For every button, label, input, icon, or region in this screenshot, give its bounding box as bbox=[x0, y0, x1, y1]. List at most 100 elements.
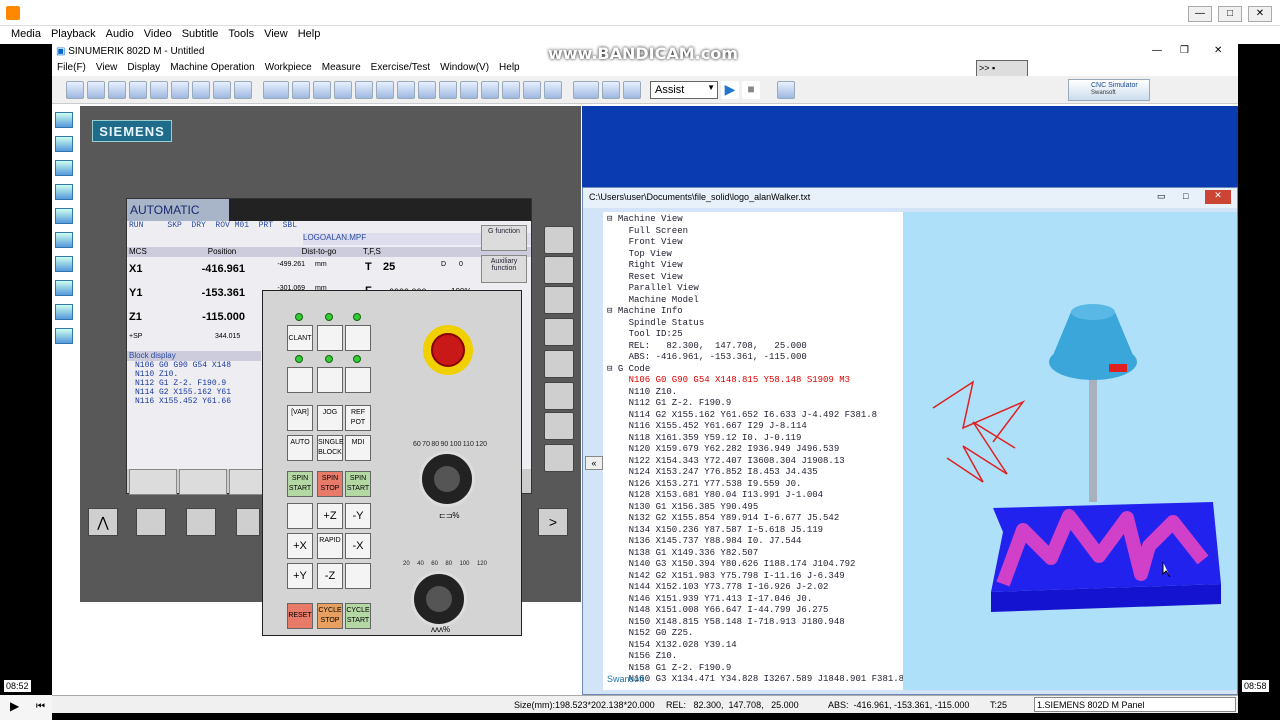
minimize-button[interactable]: — bbox=[1188, 6, 1212, 22]
mdi-button[interactable]: MDI bbox=[345, 435, 371, 461]
tree-item[interactable]: Reset View bbox=[607, 272, 899, 284]
app-close-button[interactable]: ✕ bbox=[1214, 45, 1222, 56]
pointer-icon[interactable] bbox=[87, 80, 105, 99]
tree-item[interactable]: N124 X153.247 Y76.852 I8.453 J4.435 bbox=[607, 467, 899, 479]
tree-item[interactable]: N106 G0 G90 G54 X148.815 Y58.148 S1909 M… bbox=[607, 375, 899, 387]
spin-start-button[interactable]: SPIN START bbox=[287, 471, 313, 497]
jog-button[interactable]: JOG bbox=[317, 405, 343, 431]
app-menu-measure[interactable]: Measure bbox=[317, 60, 366, 76]
single-block-button[interactable]: SINGLE BLOCK bbox=[317, 435, 344, 461]
clant-button[interactable]: CLANT bbox=[287, 325, 313, 351]
tree-item[interactable]: N132 G2 X155.854 Y89.914 I-6.677 J5.542 bbox=[607, 513, 899, 525]
tree-item[interactable]: N150 X148.815 Y58.148 I-718.913 J180.948 bbox=[607, 617, 899, 629]
tree-item[interactable]: N130 G1 X156.385 Y90.495 bbox=[607, 502, 899, 514]
tool-icon[interactable] bbox=[292, 80, 310, 99]
cut-icon[interactable] bbox=[313, 80, 331, 99]
gwin-close-button[interactable]: ✕ bbox=[1205, 190, 1231, 204]
softkey-h1[interactable] bbox=[129, 469, 177, 495]
tree-item[interactable]: N142 G2 X151.983 Y75.798 I-11.16 J-6.349 bbox=[607, 571, 899, 583]
bottom-softkey-3[interactable] bbox=[236, 508, 260, 536]
tree-item[interactable]: Full Screen bbox=[607, 226, 899, 238]
light-icon[interactable] bbox=[376, 80, 394, 99]
minus-x-button[interactable]: -X bbox=[345, 533, 371, 559]
menu-media[interactable]: Media bbox=[6, 26, 46, 44]
menu-playback[interactable]: Playback bbox=[46, 26, 101, 44]
tree-item[interactable]: N160 G3 X134.471 Y34.828 I3267.589 J1848… bbox=[607, 674, 903, 686]
play-icon[interactable]: ▶ bbox=[721, 80, 739, 99]
cycle-stop-button[interactable]: CYCLE STOP bbox=[317, 603, 343, 629]
maximize-button[interactable]: □ bbox=[1218, 6, 1242, 22]
tree-item[interactable]: N120 X159.679 Y62.282 I936.949 J496.539 bbox=[607, 444, 899, 456]
app-menu-workpiece[interactable]: Workpiece bbox=[260, 60, 317, 76]
reset-button[interactable]: RESET bbox=[287, 603, 313, 629]
plus-x-button[interactable]: +X bbox=[287, 533, 313, 559]
tree-item[interactable]: N114 G2 X155.162 Y61.652 I6.633 J-4.492 … bbox=[607, 410, 899, 422]
menu-tools[interactable]: Tools bbox=[223, 26, 259, 44]
tree-node[interactable]: ⊟ Machine Info bbox=[607, 306, 899, 318]
app-menu-file[interactable]: File(F) bbox=[52, 60, 91, 76]
ref-pot-button[interactable]: REF POT bbox=[345, 405, 371, 431]
recall-up-icon[interactable]: ⋀ bbox=[88, 508, 118, 536]
measure-icon[interactable] bbox=[460, 80, 478, 99]
pen-icon[interactable] bbox=[55, 160, 73, 176]
measure3-icon[interactable] bbox=[502, 80, 520, 99]
tree-item[interactable]: Machine Model bbox=[607, 295, 899, 307]
tree-item[interactable]: Front View bbox=[607, 237, 899, 249]
gwin-max-button[interactable]: □ bbox=[1183, 191, 1188, 201]
tree-item[interactable]: Top View bbox=[607, 249, 899, 261]
feed-override-dial[interactable] bbox=[419, 451, 475, 507]
measure2-icon[interactable] bbox=[481, 80, 499, 99]
plus-z-button[interactable]: +Z bbox=[317, 503, 343, 529]
tree-item[interactable]: N134 X150.236 Y87.587 I-5.618 J5.119 bbox=[607, 525, 899, 537]
tree-item[interactable]: N122 X154.343 Y72.407 I3608.304 J1908.13 bbox=[607, 456, 899, 468]
panel-key-5[interactable] bbox=[317, 367, 343, 393]
pan-icon[interactable] bbox=[192, 80, 210, 99]
tree-item[interactable]: N110 Z10. bbox=[607, 387, 899, 399]
spin-stop-button[interactable]: SPIN STOP bbox=[317, 471, 343, 497]
collapse-panel-button[interactable]: « bbox=[585, 456, 603, 470]
tree-item[interactable]: N156 Z10. bbox=[607, 651, 899, 663]
auto-button[interactable]: AUTO bbox=[287, 435, 313, 461]
vertical-softkey-6[interactable] bbox=[544, 382, 574, 410]
menu-audio[interactable]: Audio bbox=[101, 26, 139, 44]
zoom-in-icon[interactable] bbox=[108, 80, 126, 99]
menu-subtitle[interactable]: Subtitle bbox=[177, 26, 224, 44]
stop-square-icon[interactable]: ■ bbox=[742, 80, 760, 99]
menu-view[interactable]: View bbox=[259, 26, 293, 44]
tree-item[interactable]: N152 G0 Z25. bbox=[607, 628, 899, 640]
zoom-window-icon[interactable] bbox=[150, 80, 168, 99]
panel-list-icon[interactable] bbox=[55, 328, 73, 344]
app-minimize-button[interactable]: — bbox=[1152, 45, 1162, 56]
cube-icon[interactable] bbox=[55, 304, 73, 320]
stop-icon[interactable] bbox=[602, 80, 620, 99]
tree-item[interactable]: N146 X151.939 Y71.413 I-17.046 J0. bbox=[607, 594, 899, 606]
bottom-softkey-1[interactable] bbox=[136, 508, 166, 536]
tree-item[interactable]: N128 X153.681 Y80.04 I13.991 J-1.004 bbox=[607, 490, 899, 502]
tree-item[interactable]: Parallel View bbox=[607, 283, 899, 295]
tree-item[interactable]: REL: 82.300, 147.708, 25.000 bbox=[607, 341, 899, 353]
app-menu-help[interactable]: Help bbox=[494, 60, 525, 76]
app-restore-button[interactable]: ❐ bbox=[1180, 45, 1189, 56]
tree-item[interactable]: N154 X132.028 Y39.14 bbox=[607, 640, 899, 652]
print-icon[interactable] bbox=[397, 80, 415, 99]
app-menu-exercise[interactable]: Exercise/Test bbox=[366, 60, 435, 76]
tree-item[interactable]: ABS: -416.961, -153.361, -115.000 bbox=[607, 352, 899, 364]
app-menu-machine-operation[interactable]: Machine Operation bbox=[165, 60, 260, 76]
tree-node[interactable]: ⊟ Machine View bbox=[607, 214, 899, 226]
3d-scene[interactable] bbox=[903, 212, 1237, 690]
tree-item[interactable]: N118 X161.359 Y59.12 I0. J-0.119 bbox=[607, 433, 899, 445]
minus-y-button[interactable]: -Y bbox=[345, 503, 371, 529]
panel-key-2[interactable] bbox=[317, 325, 343, 351]
vertical-softkey-2[interactable] bbox=[544, 256, 574, 284]
work-icon[interactable] bbox=[355, 80, 373, 99]
flag-icon[interactable] bbox=[573, 80, 599, 99]
menu-help[interactable]: Help bbox=[293, 26, 326, 44]
vertical-softkey-8[interactable] bbox=[544, 444, 574, 472]
vertical-softkey-1[interactable] bbox=[544, 226, 574, 254]
spin-start-2-button[interactable]: SPIN START bbox=[345, 471, 371, 497]
next-arrow-icon[interactable]: > bbox=[538, 508, 568, 536]
save-icon[interactable] bbox=[66, 80, 84, 99]
measure4-icon[interactable] bbox=[523, 80, 541, 99]
vertical-softkey-3[interactable] bbox=[544, 286, 574, 314]
blank-jog-key-2[interactable] bbox=[345, 563, 371, 589]
